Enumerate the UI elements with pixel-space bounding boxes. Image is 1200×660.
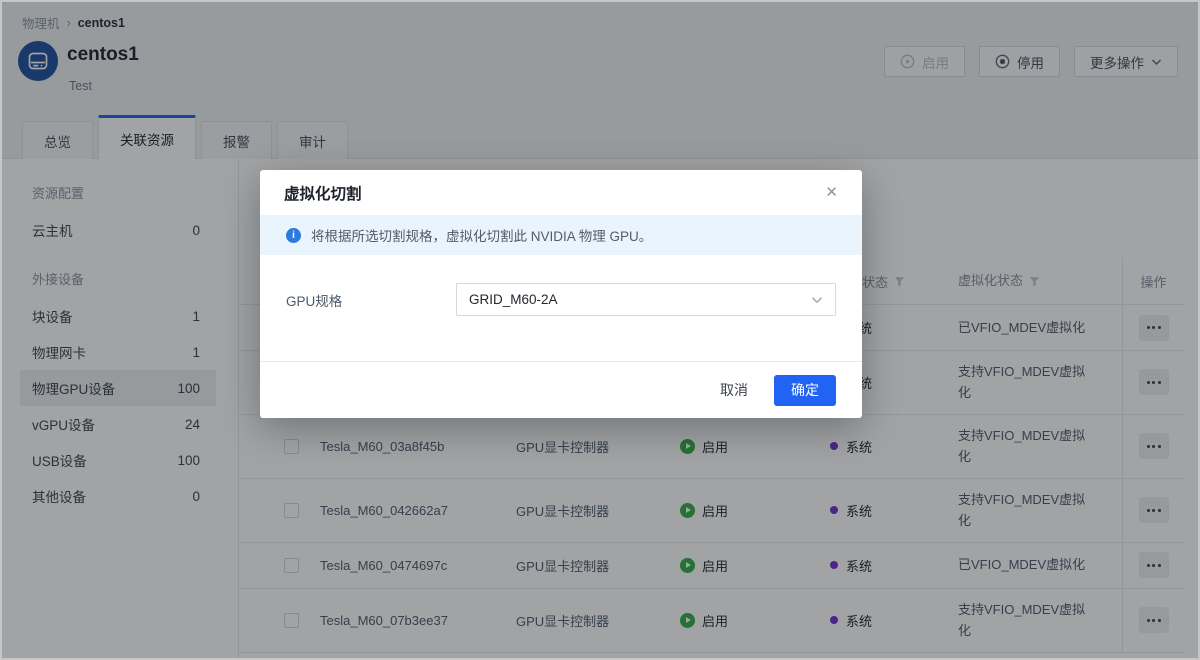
info-banner-text: 将根据所选切割规格，虚拟化切割此 NVIDIA 物理 GPU。 <box>311 225 652 245</box>
confirm-button[interactable]: 确定 <box>774 375 836 406</box>
close-icon[interactable]: ✕ <box>825 185 838 200</box>
modal-body: GPU规格 GRID_M60-2A <box>260 255 862 361</box>
gpu-spec-selected-value: GRID_M60-2A <box>469 292 558 307</box>
physical-machine-detail-page: 物理机 › centos1 centos1 Test 启用 <box>0 0 1200 660</box>
info-icon: i <box>286 228 301 243</box>
gpu-spec-label: GPU规格 <box>286 290 456 310</box>
virtualization-split-modal: 虚拟化切割 ✕ i 将根据所选切割规格，虚拟化切割此 NVIDIA 物理 GPU… <box>260 170 862 418</box>
gpu-spec-select[interactable]: GRID_M60-2A <box>456 283 836 316</box>
modal-footer: 取消 确定 <box>260 361 862 418</box>
modal-header: 虚拟化切割 ✕ <box>260 170 862 215</box>
chevron-down-icon <box>811 296 823 304</box>
info-banner: i 将根据所选切割规格，虚拟化切割此 NVIDIA 物理 GPU。 <box>260 215 862 255</box>
cancel-button[interactable]: 取消 <box>720 380 748 400</box>
modal-title: 虚拟化切割 <box>284 182 362 204</box>
